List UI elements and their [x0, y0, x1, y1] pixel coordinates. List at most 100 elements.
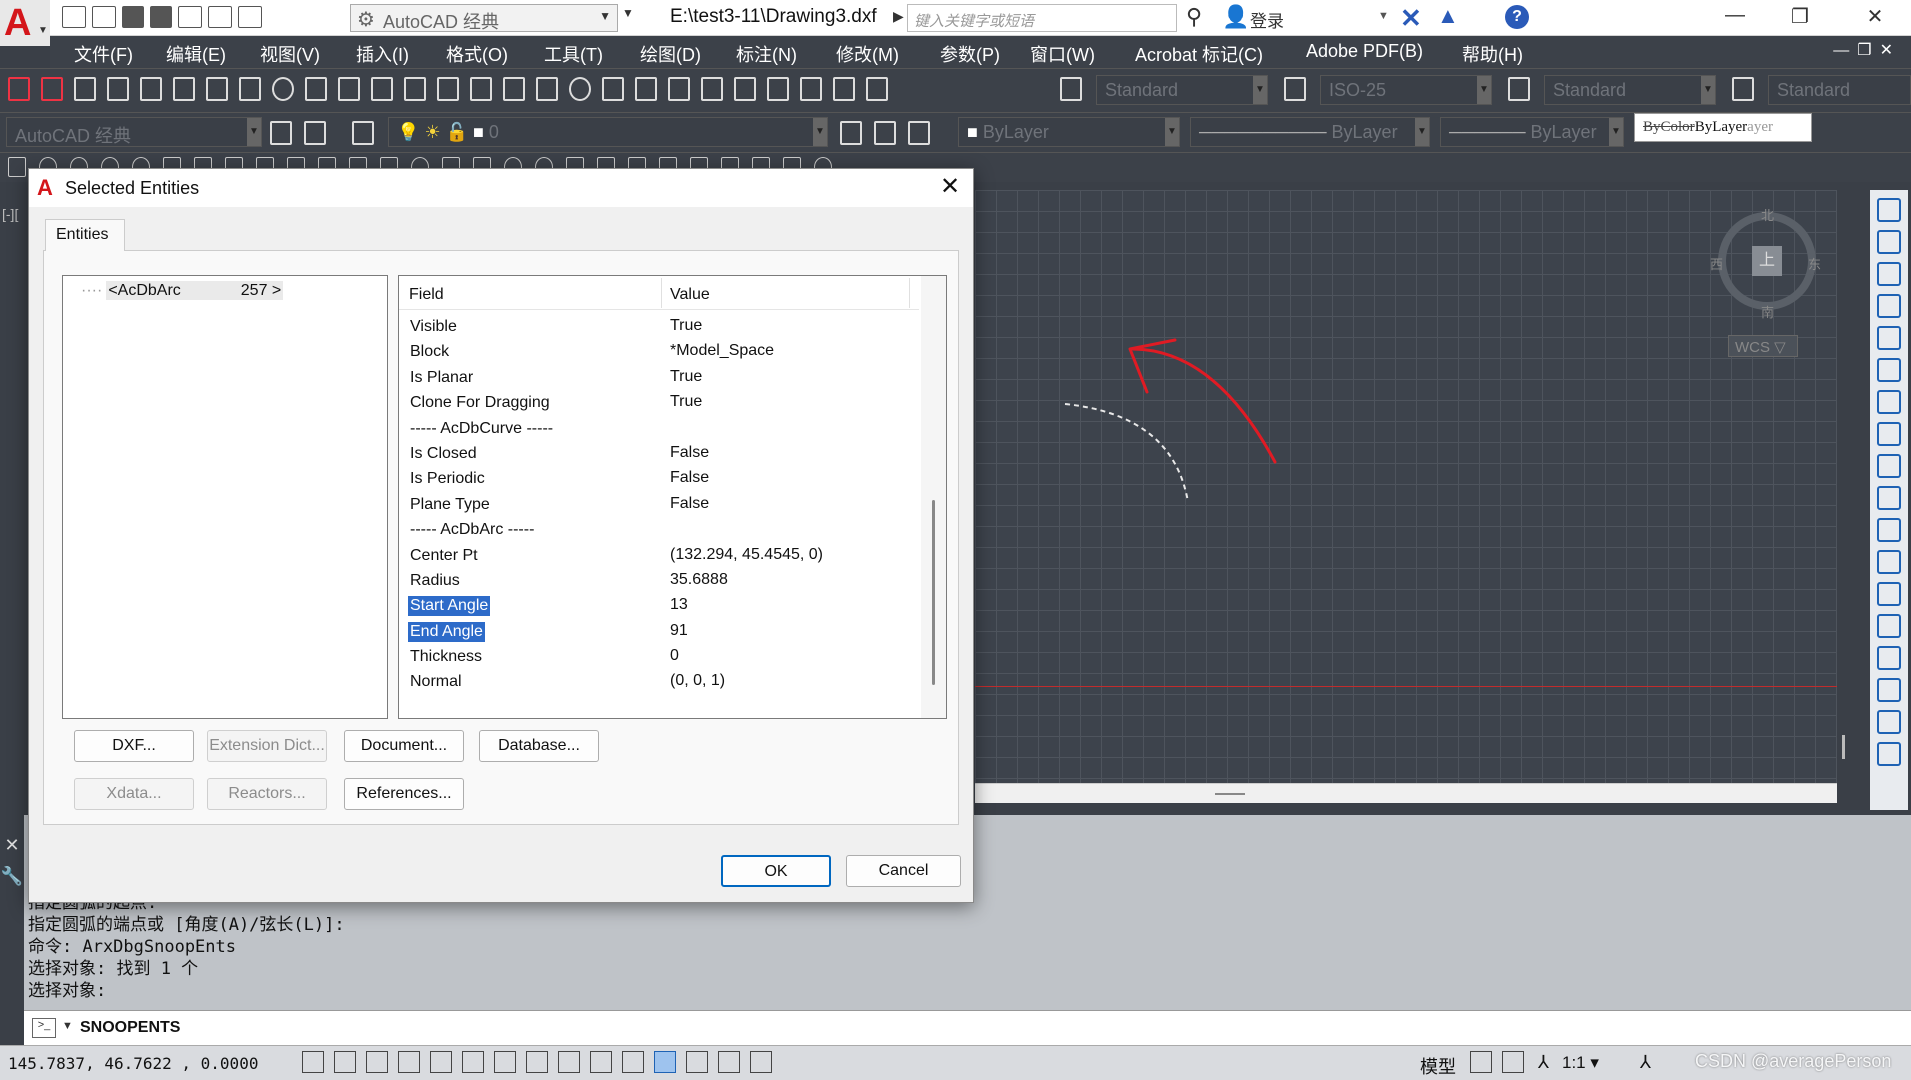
menu-parametric[interactable]: 参数(P) [940, 41, 1000, 67]
command-line[interactable]: >_ ▼ SNOOPENTS [24, 1010, 1911, 1045]
workspace-select-secondary[interactable]: AutoCAD 经典 ▼ [6, 117, 262, 147]
drawing-canvas[interactable] [975, 190, 1837, 783]
login-label[interactable]: 登录 [1250, 7, 1284, 32]
text-style-select[interactable]: Standard ▼ [1096, 75, 1268, 105]
markup-set-icon[interactable] [800, 77, 822, 101]
menu-tools[interactable]: 工具(T) [544, 41, 603, 67]
layer-previous-icon[interactable] [874, 121, 896, 145]
application-menu-button[interactable]: A ▼ [0, 0, 50, 46]
viewcube[interactable]: 上 [1718, 212, 1816, 310]
copy-icon[interactable] [1877, 230, 1901, 254]
mdi-window-controls[interactable]: —❐✕ [1833, 40, 1901, 60]
menu-format[interactable]: 格式(O) [446, 41, 508, 67]
move-icon[interactable] [1877, 358, 1901, 382]
command-input[interactable]: SNOOPENTS [80, 1019, 180, 1037]
print-icon[interactable] [178, 6, 202, 28]
user-icon[interactable]: 👤 [1222, 4, 1249, 30]
quick-properties-icon[interactable] [686, 1051, 708, 1073]
annotation-visibility-icon[interactable]: ⅄ [1640, 1052, 1651, 1073]
column-header-field[interactable]: Field [409, 286, 444, 304]
extension-dict-button[interactable]: Extension Dict... [207, 730, 327, 762]
copy-icon[interactable] [338, 77, 360, 101]
menu-help[interactable]: 帮助(H) [1462, 41, 1523, 67]
text-style-icon[interactable] [1060, 77, 1082, 101]
annotation-scale-icon[interactable]: ⅄ [1538, 1052, 1549, 1073]
properties-icon[interactable] [668, 77, 690, 101]
coordinates-readout[interactable]: 145.7837, 46.7622 , 0.0000 [8, 1054, 258, 1073]
pdf-icon[interactable] [8, 77, 30, 101]
minimize-button[interactable]: — [1715, 4, 1755, 32]
customize-dropdown-icon[interactable]: ▼ [622, 6, 634, 20]
redo-icon[interactable] [238, 6, 262, 28]
table-style-select[interactable]: Standard ▼ [1544, 75, 1716, 105]
property-row[interactable]: Is Periodic False [399, 466, 919, 491]
scale-icon[interactable] [1877, 422, 1901, 446]
maximize-button[interactable]: ❐ [1780, 4, 1820, 32]
column-divider[interactable] [661, 278, 662, 308]
workspace-select[interactable]: ⚙ AutoCAD 经典 ▼ [350, 4, 618, 32]
close-icon[interactable]: ✕ [0, 835, 24, 856]
open-file-icon[interactable] [92, 6, 116, 28]
array-icon[interactable] [1877, 326, 1901, 350]
save-workspace-icon[interactable] [304, 121, 326, 145]
3d-object-snap-icon[interactable] [494, 1051, 516, 1073]
help-icon[interactable] [866, 77, 888, 101]
menu-edit[interactable]: 编辑(E) [166, 41, 226, 67]
drawing-scroll-indicator[interactable] [1842, 735, 1845, 759]
show-lineweight-icon[interactable] [622, 1051, 644, 1073]
scrollbar-thumb[interactable] [932, 500, 935, 685]
grid-display-icon[interactable] [366, 1051, 388, 1073]
dxf-button[interactable]: DXF... [74, 730, 194, 762]
rotate-icon[interactable] [1877, 390, 1901, 414]
close-dialog-button[interactable]: ✕ [935, 173, 965, 203]
reactors-button[interactable]: Reactors... [207, 778, 327, 810]
selection-cycling-icon[interactable] [718, 1051, 740, 1073]
dynamic-input-icon[interactable] [590, 1051, 612, 1073]
menu-window[interactable]: 窗口(W) [1030, 41, 1095, 67]
zoom-realtime-icon[interactable] [569, 77, 591, 101]
chamfer-icon[interactable] [1877, 646, 1901, 670]
linetype-select[interactable]: ────────── ByLayer ▼ [1190, 117, 1430, 147]
lineweight-select[interactable]: ────── ByLayer ▼ [1440, 117, 1624, 147]
make-current-layer-icon[interactable] [840, 121, 862, 145]
search-input[interactable]: 键入关键字或短语 [907, 4, 1177, 32]
quick-view-drawings-icon[interactable] [1502, 1051, 1524, 1073]
column-header-value[interactable]: Value [670, 286, 710, 304]
viewcube-top-face[interactable]: 上 [1752, 246, 1782, 276]
undo-icon[interactable] [208, 6, 232, 28]
multileader-style-icon[interactable] [1732, 77, 1754, 101]
viewcube-east-label[interactable]: 东 [1808, 254, 1821, 273]
layer-states-icon[interactable] [908, 121, 930, 145]
dim-style-icon[interactable] [1284, 77, 1306, 101]
property-row[interactable]: Plane Type False [399, 492, 919, 517]
sheet-set-icon[interactable] [767, 77, 789, 101]
chevron-down-icon[interactable]: ▼ [1378, 10, 1389, 22]
property-row[interactable]: Thickness 0 [399, 644, 919, 669]
snap-mode-icon[interactable] [334, 1051, 356, 1073]
dynamic-ucs-icon[interactable] [558, 1051, 580, 1073]
properties-scrollbar[interactable] [921, 276, 946, 718]
save-icon[interactable] [122, 6, 144, 28]
help-icon[interactable]: ? [1505, 5, 1529, 29]
plot-style-select[interactable]: ByColorByLayerayer [1634, 113, 1812, 142]
paste-icon[interactable] [371, 77, 393, 101]
ortho-mode-icon[interactable] [398, 1051, 420, 1073]
viewcube-north-label[interactable]: 北 [1761, 205, 1774, 224]
fillet-icon[interactable] [1877, 678, 1901, 702]
erase-icon[interactable] [1877, 198, 1901, 222]
transparency-icon[interactable] [654, 1051, 676, 1073]
dim-style-select[interactable]: ISO-25 ▼ [1320, 75, 1492, 105]
menu-insert[interactable]: 插入(I) [356, 41, 409, 67]
references-button[interactable]: References... [344, 778, 464, 810]
polar-tracking-icon[interactable] [430, 1051, 452, 1073]
document-button[interactable]: Document... [344, 730, 464, 762]
cut-icon[interactable] [305, 77, 327, 101]
explode-icon[interactable] [1877, 742, 1901, 766]
tree-item-acdbarc[interactable]: ···· <AcDbArc 257 > [81, 281, 284, 300]
property-row[interactable]: Radius 35.6888 [399, 568, 919, 593]
property-row[interactable]: Block *Model_Space [399, 339, 919, 364]
mirror-icon[interactable] [1877, 262, 1901, 286]
properties-list[interactable]: Field Value Visible True Block *Model_Spac… [398, 275, 947, 719]
expand-arrow-icon[interactable]: ▶ [893, 8, 904, 25]
wrench-icon[interactable]: 🔧 [0, 866, 24, 887]
